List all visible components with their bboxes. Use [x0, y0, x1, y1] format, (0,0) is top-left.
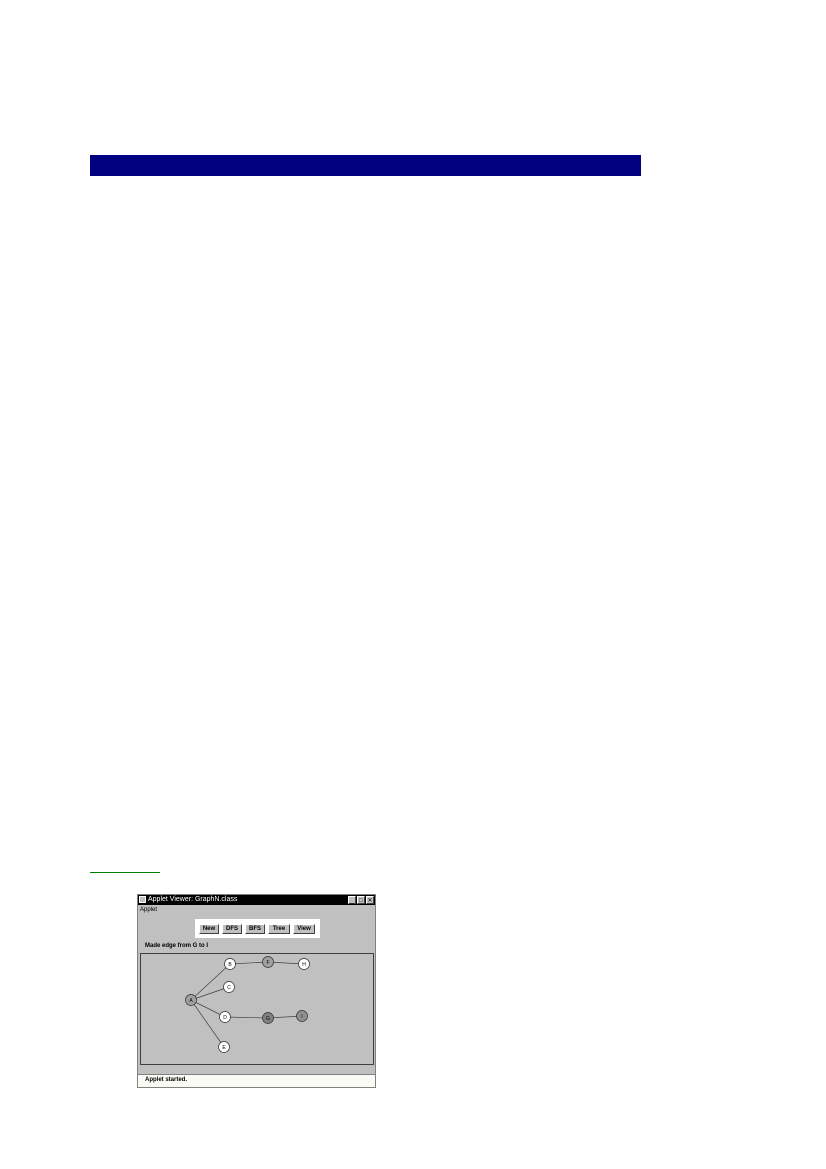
menu-applet[interactable]: Applet: [140, 906, 157, 915]
node-label-g: G: [266, 1016, 270, 1022]
edge-message: Made edge from G to I: [145, 943, 209, 949]
applet-viewer-window: Applet Viewer: GraphN.class _ □ ✕ Applet…: [137, 894, 376, 1088]
node-label-h: H: [302, 962, 306, 968]
system-menu-icon[interactable]: [139, 896, 146, 903]
graph-canvas[interactable]: ABCDEFGHI: [140, 953, 374, 1065]
header-title-bar: [90, 155, 641, 176]
minimize-button[interactable]: _: [348, 896, 356, 904]
graph-drawing: ABCDEFGHI: [185, 956, 310, 1053]
node-label-f: F: [266, 960, 269, 966]
tree-button[interactable]: Tree: [268, 924, 290, 934]
dfs-button[interactable]: DFS: [222, 924, 242, 934]
node-label-i: I: [301, 1014, 302, 1020]
edge-A-E: [190, 999, 225, 1048]
window-title: Applet Viewer: GraphN.class: [148, 896, 238, 903]
status-bar: Applet started.: [138, 1074, 375, 1087]
view-button[interactable]: View: [293, 924, 315, 934]
window-title-bar[interactable]: Applet Viewer: GraphN.class _ □ ✕: [138, 895, 375, 905]
edge-A-C: [190, 986, 230, 1001]
node-label-d: D: [223, 1015, 227, 1021]
button-panel: New DFS BFS Tree View: [195, 919, 320, 938]
status-text: Applet started.: [145, 1077, 188, 1083]
close-button[interactable]: ✕: [366, 896, 374, 904]
edge-A-B: [190, 963, 231, 1001]
green-rule: [90, 872, 160, 873]
bfs-button[interactable]: BFS: [245, 924, 265, 934]
edge-D-G: [224, 1016, 269, 1019]
node-label-c: C: [227, 985, 231, 991]
maximize-button[interactable]: □: [357, 896, 365, 904]
new-button[interactable]: New: [199, 924, 219, 934]
